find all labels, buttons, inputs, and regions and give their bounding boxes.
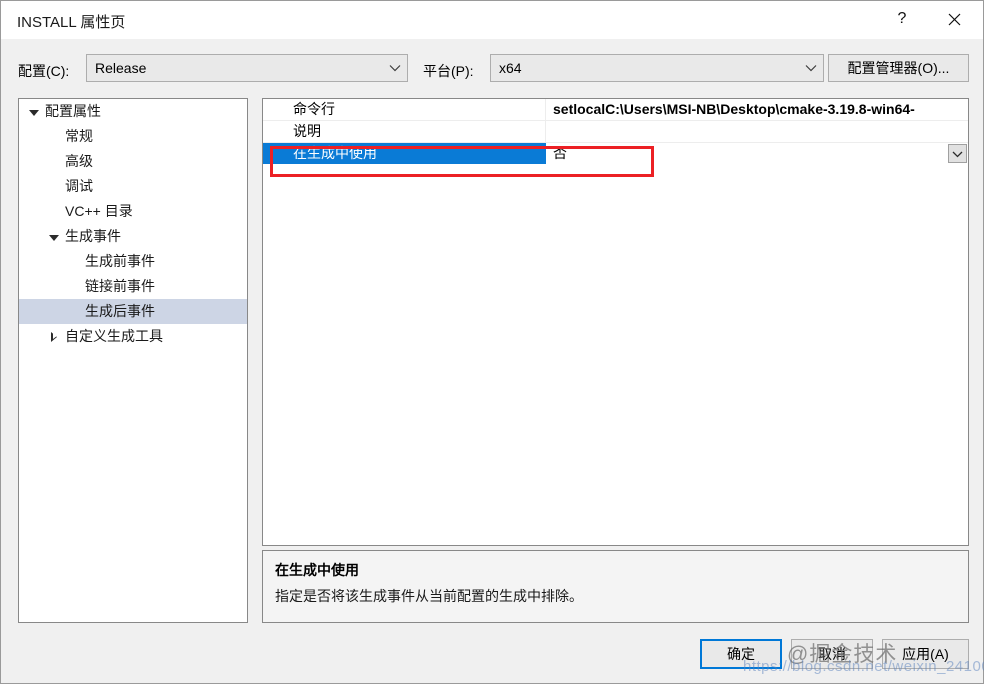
tree-item-label: 常规 <box>65 128 93 144</box>
page-title: INSTALL 属性页 <box>17 14 126 31</box>
config-combobox[interactable]: Release <box>86 54 408 82</box>
tree-item-label: 生成前事件 <box>85 253 155 269</box>
config-label: 配置(C): <box>18 63 70 79</box>
property-value[interactable]: 否 <box>547 143 968 164</box>
property-row[interactable]: 说明 <box>263 121 968 143</box>
tree-item-label: 链接前事件 <box>85 278 155 294</box>
tree-item[interactable]: 高级 <box>19 149 247 174</box>
title-bar: INSTALL 属性页 ? <box>1 1 983 39</box>
tree-item-label: 自定义生成工具 <box>65 328 163 344</box>
tree-item[interactable]: 调试 <box>19 174 247 199</box>
property-grid-panel[interactable]: 命令行 setlocalC:\Users\MSI-NB\Desktop\cmake… <box>262 98 969 546</box>
tree-item-label: 高级 <box>65 153 93 169</box>
property-name: 命令行 <box>263 99 546 120</box>
platform-combobox[interactable]: x64 <box>490 54 824 82</box>
description-title: 在生成中使用 <box>275 562 359 578</box>
property-value[interactable] <box>547 121 968 142</box>
twisty-collapsed-icon[interactable] <box>47 324 61 349</box>
tree-item[interactable]: 配置属性 <box>19 99 247 124</box>
tree-item[interactable]: 链接前事件 <box>19 274 247 299</box>
config-value: Release <box>95 60 147 76</box>
property-row[interactable]: 命令行 setlocalC:\Users\MSI-NB\Desktop\cmake… <box>263 99 968 121</box>
tree-item[interactable]: 自定义生成工具 <box>19 324 247 349</box>
tree-item[interactable]: 生成前事件 <box>19 249 247 274</box>
tree-item[interactable]: 生成事件 <box>19 224 247 249</box>
description-text: 指定是否将该生成事件从当前配置的生成中排除。 <box>275 588 583 604</box>
property-value-dropdown-button[interactable] <box>948 144 967 163</box>
tree-item[interactable]: VC++ 目录 <box>19 199 247 224</box>
close-button[interactable] <box>931 1 977 37</box>
help-button[interactable]: ? <box>879 1 925 37</box>
chevron-down-icon <box>799 64 823 72</box>
chevron-down-icon <box>383 64 407 72</box>
configuration-manager-button[interactable]: 配置管理器(O)... <box>828 54 969 82</box>
question-mark-icon: ? <box>897 10 907 27</box>
property-tree-list: 配置属性常规高级调试 VC++ 目录 生成事件生成前事件链接前事件生成后事件自定义生… <box>19 99 247 349</box>
tree-item[interactable]: 常规 <box>19 124 247 149</box>
property-tree-panel[interactable]: 配置属性常规高级调试 VC++ 目录 生成事件生成前事件链接前事件生成后事件自定义生… <box>18 98 248 623</box>
twisty-expanded-icon[interactable] <box>47 224 61 249</box>
property-pages-dialog: INSTALL 属性页 ? 配置(C): Release 平台(P): x64 <box>0 0 984 684</box>
property-row[interactable]: 在生成中使用否 <box>263 143 968 165</box>
tree-item-label: 调试 <box>65 178 93 194</box>
cancel-button[interactable]: 取消 <box>791 639 873 669</box>
description-panel: 在生成中使用 指定是否将该生成事件从当前配置的生成中排除。 <box>262 550 969 623</box>
property-name: 说明 <box>263 121 546 142</box>
property-value[interactable]: setlocalC:\Users\MSI-NB\Desktop\cmake-3.… <box>547 99 968 120</box>
close-icon <box>948 13 961 26</box>
twisty-expanded-icon[interactable] <box>27 99 41 124</box>
tree-item[interactable]: 生成后事件 <box>19 299 247 324</box>
tree-item-label: 生成后事件 <box>85 303 155 319</box>
tree-item-label: 配置属性 <box>45 103 101 119</box>
platform-value: x64 <box>499 60 522 76</box>
property-name: 在生成中使用 <box>263 143 546 164</box>
property-grid-list: 命令行 setlocalC:\Users\MSI-NB\Desktop\cmake… <box>263 99 968 165</box>
chevron-down-icon <box>952 143 963 164</box>
tree-item-label: 生成事件 <box>65 228 121 244</box>
platform-label: 平台(P): <box>423 63 474 79</box>
apply-button[interactable]: 应用(A) <box>882 639 969 669</box>
tree-item-label: VC++ 目录 <box>65 203 133 219</box>
ok-button[interactable]: 确定 <box>700 639 782 669</box>
